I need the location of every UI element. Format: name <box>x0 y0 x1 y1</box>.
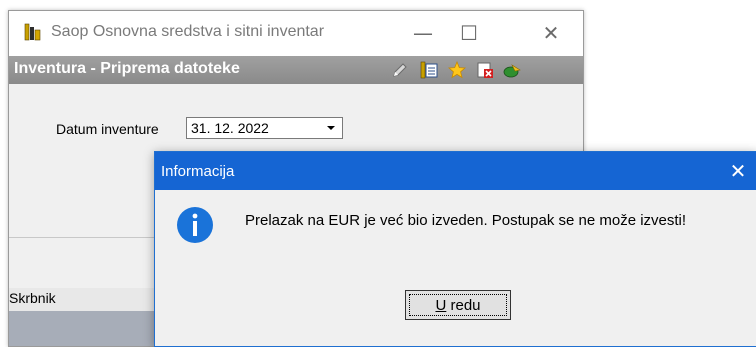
ok-accelerator-key: U <box>435 296 447 314</box>
edit-icon[interactable] <box>391 61 409 79</box>
dialog-titlebar[interactable]: Informacija ✕ <box>155 152 756 190</box>
information-dialog: Informacija ✕ Prelazak na EUR je već bio… <box>154 151 756 347</box>
dialog-close-button[interactable]: ✕ <box>725 158 751 184</box>
list-icon[interactable] <box>420 61 438 79</box>
form-title: Inventura - Priprema datoteke <box>14 60 240 77</box>
ok-label-text: redu <box>446 296 481 314</box>
exit-icon[interactable] <box>503 61 521 79</box>
app-books-icon <box>24 23 41 41</box>
chevron-down-icon[interactable] <box>321 119 341 137</box>
minimize-button[interactable]: — <box>401 11 445 56</box>
ok-button[interactable]: U redu <box>405 290 511 320</box>
datum-inventure-label: Datum inventure <box>56 121 159 137</box>
titlebar[interactable]: Saop Osnovna sredstva i sitni inventar —… <box>9 11 583 56</box>
info-icon <box>177 207 213 243</box>
close-document-icon[interactable] <box>476 61 494 79</box>
datum-inventure-value: 31. 12. 2022 <box>191 120 269 136</box>
close-window-button[interactable]: ✕ <box>529 11 573 56</box>
maximize-button[interactable]: ☐ <box>447 11 491 56</box>
window-title: Saop Osnovna sredstva i sitni inventar <box>51 23 325 40</box>
form-header: Inventura - Priprema datoteke <box>9 56 583 84</box>
star-icon[interactable] <box>448 61 466 79</box>
dialog-message: Prelazak na EUR je već bio izveden. Post… <box>245 212 687 229</box>
ok-button-label: U redu <box>409 294 507 316</box>
status-skrbnik: Skrbnik <box>9 290 56 306</box>
dialog-title: Informacija <box>161 163 235 180</box>
datum-inventure-select[interactable]: 31. 12. 2022 <box>186 117 343 139</box>
